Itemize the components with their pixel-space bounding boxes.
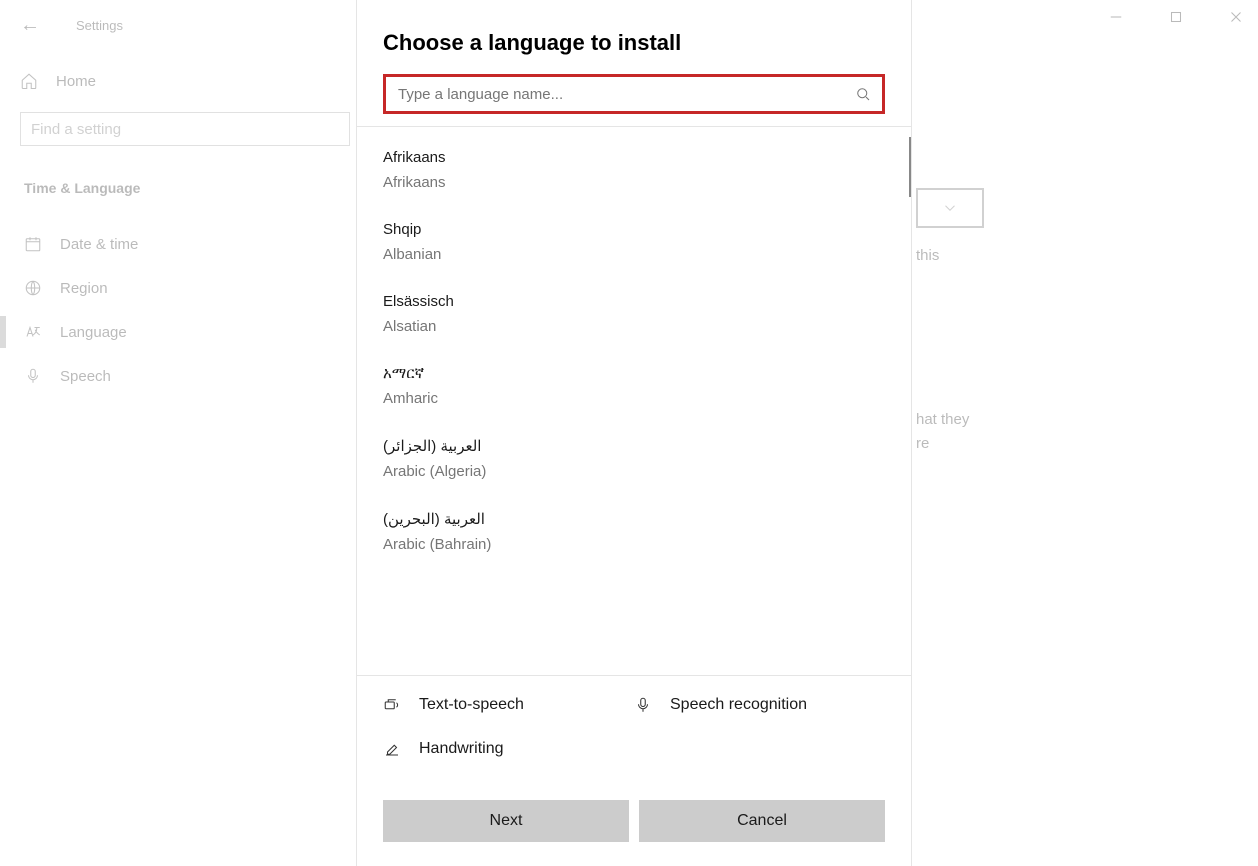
language-english-name: Afrikaans: [383, 174, 885, 191]
language-native-name: العربية (الجزائر): [383, 437, 885, 455]
nav-label: Speech: [60, 368, 111, 385]
home-icon: [20, 72, 38, 90]
list-item[interactable]: አማርኛ Amharic: [383, 355, 885, 427]
maximize-button[interactable]: [1166, 8, 1186, 26]
language-english-name: Arabic (Algeria): [383, 463, 885, 480]
language-icon: [24, 323, 42, 341]
calendar-clock-icon: [24, 235, 42, 253]
choose-language-dialog: Choose a language to install Afrikaans A…: [356, 0, 912, 866]
search-icon: [854, 85, 872, 103]
language-list[interactable]: Afrikaans Afrikaans Shqip Albanian Elsäs…: [357, 127, 911, 675]
sidebar-item-region[interactable]: Region: [20, 266, 350, 310]
list-item[interactable]: Afrikaans Afrikaans: [383, 139, 885, 211]
nav-label: Region: [60, 280, 108, 297]
language-native-name: Elsässisch: [383, 293, 885, 310]
background-dropdown[interactable]: [916, 188, 984, 228]
chevron-down-icon: [941, 199, 959, 217]
language-english-name: Arabic (Bahrain): [383, 536, 885, 553]
language-native-name: العربية (البحرين): [383, 510, 885, 528]
feature-text-to-speech: Text-to-speech: [383, 696, 634, 714]
sidebar-item-home[interactable]: Home: [20, 72, 350, 90]
close-button[interactable]: [1226, 8, 1246, 26]
list-item[interactable]: Elsässisch Alsatian: [383, 283, 885, 355]
category-heading: Time & Language: [24, 180, 350, 196]
find-setting-input[interactable]: Find a setting: [20, 112, 350, 146]
dialog-title: Choose a language to install: [357, 0, 911, 74]
feature-label: Text-to-speech: [419, 696, 524, 714]
language-english-name: Alsatian: [383, 318, 885, 335]
bg-text-fragment: this: [916, 244, 939, 268]
nav-label: Date & time: [60, 236, 138, 253]
minimize-icon: [1107, 8, 1125, 26]
language-english-name: Albanian: [383, 246, 885, 263]
back-button[interactable]: ←: [20, 15, 40, 35]
microphone-icon: [24, 367, 42, 385]
cancel-button[interactable]: Cancel: [639, 800, 885, 842]
bg-text-fragment: re: [916, 432, 929, 456]
text-to-speech-icon: [383, 696, 405, 714]
feature-handwriting: Handwriting: [383, 740, 634, 758]
language-native-name: አማርኛ: [383, 365, 885, 382]
sidebar-item-speech[interactable]: Speech: [20, 354, 350, 398]
list-item[interactable]: Shqip Albanian: [383, 211, 885, 283]
home-label: Home: [56, 73, 96, 90]
scrollbar-thumb[interactable]: [909, 137, 911, 197]
feature-label: Handwriting: [419, 740, 503, 758]
feature-speech-recognition: Speech recognition: [634, 696, 885, 714]
find-setting-placeholder: Find a setting: [31, 121, 121, 138]
nav-label: Language: [60, 324, 127, 341]
maximize-icon: [1167, 8, 1185, 26]
feature-label: Speech recognition: [670, 696, 807, 714]
language-native-name: Shqip: [383, 221, 885, 238]
window-title: Settings: [76, 18, 123, 33]
list-item[interactable]: العربية (البحرين) Arabic (Bahrain): [383, 500, 885, 573]
language-search-box[interactable]: [383, 74, 885, 114]
close-icon: [1227, 8, 1245, 26]
list-item[interactable]: العربية (الجزائر) Arabic (Algeria): [383, 427, 885, 500]
sidebar-item-language[interactable]: Language: [20, 310, 350, 354]
globe-icon: [24, 279, 42, 297]
next-button[interactable]: Next: [383, 800, 629, 842]
handwriting-icon: [383, 740, 405, 758]
minimize-button[interactable]: [1106, 8, 1126, 26]
sidebar-item-date-time[interactable]: Date & time: [20, 222, 350, 266]
language-english-name: Amharic: [383, 390, 885, 407]
language-search-input[interactable]: [396, 85, 854, 104]
microphone-icon: [634, 696, 656, 714]
language-native-name: Afrikaans: [383, 149, 885, 166]
bg-text-fragment: hat they: [916, 408, 969, 432]
